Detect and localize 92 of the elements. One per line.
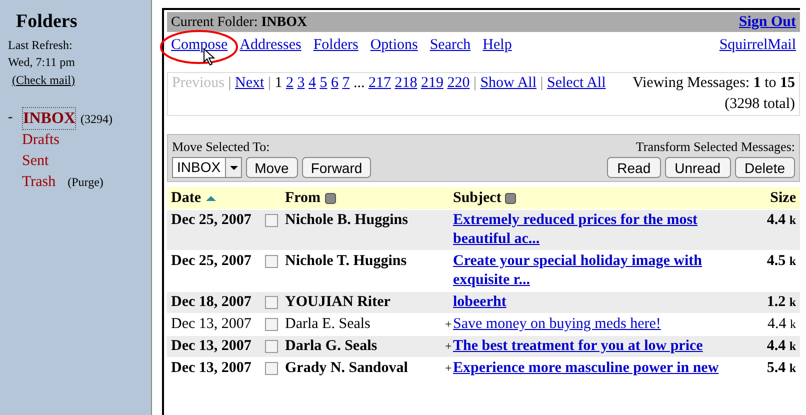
- message-row[interactable]: Dec 18, 2007 YOUJIAN Riter lobeerht 1.2 k: [167, 291, 800, 313]
- viewing-messages-text: Viewing Messages: 1 to 15: [632, 74, 795, 93]
- refresh-label: Last Refresh:: [8, 36, 74, 54]
- forward-button[interactable]: Forward: [302, 156, 372, 178]
- show-all-link[interactable]: Show All: [480, 75, 536, 91]
- attachment-marker: +: [445, 361, 452, 375]
- nav-link[interactable]: Help: [482, 34, 512, 56]
- sender-cell-text: Nichole T. Huggins: [285, 252, 408, 271]
- column-header: Date: [171, 188, 201, 208]
- separator: |: [228, 75, 232, 91]
- folder-link[interactable]: Drafts: [22, 130, 60, 150]
- action-button[interactable]: Read: [607, 156, 661, 178]
- date-cell-text: Dec 25, 2007: [171, 211, 252, 230]
- page-link[interactable]: 5: [320, 75, 328, 91]
- attachment-marker: +: [445, 339, 452, 353]
- action-button[interactable]: Unread: [664, 156, 731, 178]
- column-header: Subject: [453, 188, 502, 208]
- row-checkbox[interactable]: [265, 318, 278, 331]
- collapse-toggle[interactable]: -: [8, 106, 22, 192]
- nav-link[interactable]: Folders: [313, 34, 358, 56]
- subject-link[interactable]: lobeerht: [453, 293, 506, 312]
- page-link[interactable]: 219: [420, 75, 444, 91]
- sort-ascending-icon: [205, 194, 217, 202]
- folder-link[interactable]: Trash: [22, 172, 56, 192]
- date-cell-text: Dec 18, 2007: [171, 293, 252, 312]
- separator: |: [268, 75, 271, 91]
- page-link[interactable]: 3: [297, 75, 305, 91]
- sign-out-link[interactable]: Sign Out: [738, 10, 796, 34]
- message-row[interactable]: Dec 25, 2007 Nichole B. Huggins Extremely reduced prices for the most beautiful ac... 4.4 k: [167, 209, 800, 250]
- column-header: Size: [770, 188, 796, 208]
- size-cell: 4.4 k: [768, 315, 796, 334]
- page-ellipsis: ...: [353, 75, 365, 91]
- sender-cell-text: Darla E. Seals: [285, 315, 372, 334]
- subject-link[interactable]: The best treatment for you at low price: [453, 337, 703, 356]
- separator: |: [473, 75, 476, 91]
- sender-cell-text: Grady N. Sandoval: [285, 359, 409, 378]
- sender-cell-text: YOUJIAN Riter: [285, 293, 392, 312]
- date-cell-text: Dec 13, 2007: [171, 359, 252, 378]
- page-link[interactable]: 4: [308, 75, 316, 91]
- current-page: 1: [274, 75, 282, 91]
- sidebar-title: Folders: [15, 10, 78, 34]
- message-row[interactable]: Dec 13, 2007 Darla G. Seals +The best treatment for you at low price 4.4 k: [167, 335, 800, 357]
- brand-link[interactable]: SquirrelMail: [719, 34, 796, 56]
- size-cell: 1.2 k: [766, 293, 796, 312]
- page-link[interactable]: 217: [368, 75, 391, 91]
- sender-cell-text: Darla G. Seals: [285, 337, 378, 356]
- check-mail-link[interactable]: (Check mail): [12, 72, 75, 86]
- row-checkbox[interactable]: [265, 340, 278, 353]
- size-cell: 4.4 k: [766, 211, 796, 230]
- move-label: Move Selected To:: [172, 138, 271, 156]
- row-checkbox[interactable]: [265, 214, 278, 227]
- size-cell: 4.5 k: [766, 252, 796, 271]
- transform-label: Transform Selected Messages:: [636, 138, 795, 156]
- attachment-marker: +: [445, 317, 452, 331]
- move-button[interactable]: Move: [246, 156, 298, 178]
- separator: |: [540, 75, 544, 91]
- select-all-link[interactable]: Select All: [547, 75, 606, 91]
- next-link[interactable]: Next: [235, 75, 264, 91]
- nav-link[interactable]: Options: [370, 34, 418, 56]
- column-header: From: [285, 188, 321, 208]
- unread-count: (3294): [80, 110, 112, 128]
- nav-link[interactable]: Addresses: [240, 34, 302, 56]
- page-link[interactable]: 7: [342, 75, 350, 91]
- current-folder-label: Current Folder: INBOX: [171, 14, 308, 32]
- date-cell-text: Dec 13, 2007: [171, 315, 252, 334]
- subject-link[interactable]: Save money on buying meds here!: [453, 315, 661, 334]
- row-checkbox[interactable]: [265, 255, 278, 268]
- page-link[interactable]: 220: [447, 75, 470, 91]
- subject-link[interactable]: Extremely reduced prices for the most beautiful ac...: [453, 211, 743, 249]
- purge-link[interactable]: (Purge): [68, 172, 104, 192]
- size-cell: 5.4 k: [766, 359, 796, 378]
- folder-link[interactable]: INBOX: [22, 106, 76, 130]
- dropdown-icon: [224, 158, 241, 176]
- refresh-time: Wed, 7:11 pm: [8, 54, 76, 70]
- date-cell-text: Dec 25, 2007: [171, 252, 252, 271]
- folder-select[interactable]: INBOX: [172, 156, 242, 178]
- size-cell: 4.4 k: [766, 337, 796, 356]
- total-count: (3298 total): [724, 95, 795, 114]
- folder-link[interactable]: Sent: [22, 150, 49, 172]
- row-checkbox[interactable]: [265, 362, 278, 375]
- page-link[interactable]: 2: [286, 75, 294, 91]
- subject-link[interactable]: Create your special holiday image with exquisite r...: [453, 252, 743, 290]
- action-button[interactable]: Delete: [734, 156, 795, 178]
- page-link[interactable]: 6: [330, 75, 338, 91]
- nav-link[interactable]: Search: [430, 34, 471, 56]
- sender-cell-text: Nichole B. Huggins: [285, 211, 409, 230]
- date-cell-text: Dec 13, 2007: [171, 337, 252, 356]
- page-link[interactable]: 218: [394, 75, 418, 91]
- subject-link[interactable]: Experience more masculine power in new: [453, 359, 719, 378]
- toggle-icon[interactable]: [505, 192, 516, 204]
- toggle-icon[interactable]: [324, 192, 336, 204]
- row-checkbox[interactable]: [265, 296, 278, 309]
